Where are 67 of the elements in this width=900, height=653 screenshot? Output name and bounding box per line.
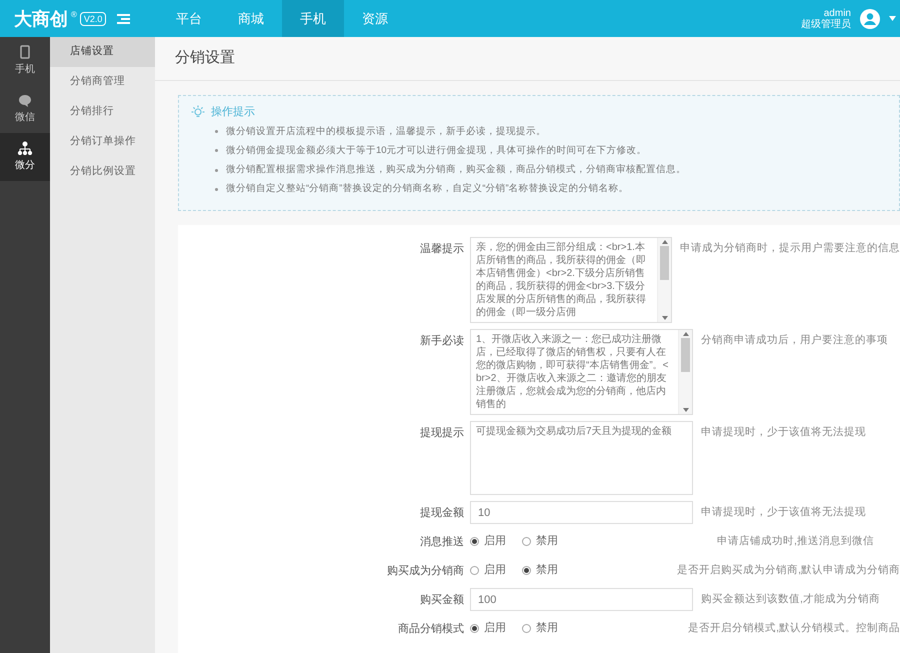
radio-option[interactable]: 禁用	[522, 620, 558, 637]
tips-title: 操作提示	[211, 105, 255, 120]
tip-text: 微分销设置开店流程中的模板提示语，温馨提示，新手必读，提现提示。	[226, 124, 546, 138]
field-hint: 分销商申请成功后，用户要注意的事项	[701, 334, 888, 346]
submenu-item[interactable]: 分销排行	[50, 97, 155, 127]
bullet-icon	[215, 130, 218, 134]
scroll-up-icon[interactable]	[662, 240, 668, 244]
field-hint: 申请提现时，少于该值将无法提现	[701, 506, 866, 518]
text-area[interactable]: 可提现金额为交易成功后7天且为提现的金额	[470, 421, 693, 495]
page-title: 分销设置	[175, 48, 235, 68]
nav-tab[interactable]: 手机	[282, 0, 344, 37]
text-area[interactable]: 1、开微店收入来源之一：您已成功注册微店，已经取得了微店的销售权，只要有人在您的微店购物，即可获得“本店销售佣金”。<br>2、开微店收入来源之二：邀请您的朋友注册微店，您就会成为您的分销商，他店内销售的	[470, 329, 693, 415]
field-label: 提现提示	[420, 427, 464, 439]
radio-option[interactable]: 禁用	[522, 562, 558, 579]
lightbulb-icon	[191, 105, 205, 120]
bullet-icon	[215, 149, 218, 152]
tip-text: 微分销配置根据需求操作消息推送，购买成为分销商，购买金额，商品分销模式，分销商审核配置信息。	[226, 163, 686, 177]
submenu-item[interactable]: 分销订单操作	[50, 127, 155, 157]
version-badge: V2.0	[80, 12, 106, 26]
user-name: admin	[824, 8, 851, 18]
field-label: 温馨提示	[420, 243, 464, 255]
field-label: 消息推送	[420, 536, 464, 548]
nav-tab[interactable]: 资源	[344, 0, 406, 37]
sidebar-item[interactable]: 微信	[0, 85, 50, 133]
field-hint: 是否开启购买成为分销商,默认申请成为分销商	[677, 564, 900, 576]
chat-bubble-icon	[18, 94, 32, 106]
submenu-item[interactable]: 分销比例设置	[50, 157, 155, 187]
hierarchy-icon	[17, 141, 33, 155]
radio-option[interactable]: 启用	[470, 620, 506, 637]
bullet-icon	[215, 188, 218, 191]
scroll-down-icon[interactable]	[662, 316, 668, 320]
tip-text: 微分销佣金提现金额必须大于等于10元才可以进行佣金提现，具体可操作的时间可在下方修改。	[226, 144, 647, 158]
field-label: 购买金额	[420, 594, 464, 606]
scrollbar[interactable]	[678, 330, 692, 414]
radio-option[interactable]: 启用	[470, 562, 506, 579]
user-role: 超级管理员	[801, 18, 851, 30]
nav-tab[interactable]: 平台	[158, 0, 220, 37]
field-hint: 申请提现时，少于该值将无法提现	[701, 426, 866, 438]
avatar-icon[interactable]	[859, 8, 881, 30]
text-area[interactable]: 亲，您的佣金由三部分组成：<br>1.本店所销售的商品，我所获得的佣金（即本店销售佣金）<br>2.下级分店所销售的商品，我所获得的佣金<br>3.下级分店发展的分店所销售的商品，我所获得的佣金（即一级分店佣	[470, 237, 672, 323]
logo-registered-mark: ®	[71, 10, 77, 20]
field-label: 商品分销模式	[398, 623, 464, 635]
sidebar-item[interactable]: 微分	[0, 133, 50, 181]
submenu-item[interactable]: 分销商管理	[50, 67, 155, 97]
field-label: 提现金额	[420, 507, 464, 519]
menu-icon[interactable]	[117, 14, 130, 24]
sidebar-item[interactable]: 手机	[0, 37, 50, 85]
logo: 大商创	[14, 8, 68, 30]
field-label: 新手必读	[420, 335, 464, 347]
field-hint: 购买金额达到该数值,才能成为分销商	[701, 593, 880, 605]
scroll-up-icon[interactable]	[682, 332, 688, 336]
bullet-icon	[215, 168, 218, 172]
radio-option[interactable]: 禁用	[522, 533, 558, 550]
scrollbar[interactable]	[657, 238, 671, 322]
field-label: 购买成为分销商	[387, 565, 464, 577]
field-hint: 申请成为分销商时，提示用户需要注意的信息	[680, 242, 900, 254]
dropdown-caret-icon[interactable]	[889, 16, 896, 21]
scroll-down-icon[interactable]	[682, 408, 688, 412]
tip-text: 微分销自定义整站“分销商”替换设定的分销商名称，自定义“分销”名称替换设定的分销名称。	[226, 182, 629, 196]
submenu-item[interactable]: 店铺设置	[50, 37, 155, 67]
text-input[interactable]: 10	[470, 501, 693, 524]
field-hint: 是否开启分销模式,默认分销模式。控制商品	[688, 622, 900, 634]
phone-icon	[20, 45, 30, 59]
field-hint: 申请店铺成功时,推送消息到微信	[717, 535, 874, 547]
radio-option[interactable]: 启用	[470, 533, 506, 550]
nav-tab[interactable]: 商城	[220, 0, 282, 37]
text-input[interactable]: 100	[470, 588, 693, 611]
